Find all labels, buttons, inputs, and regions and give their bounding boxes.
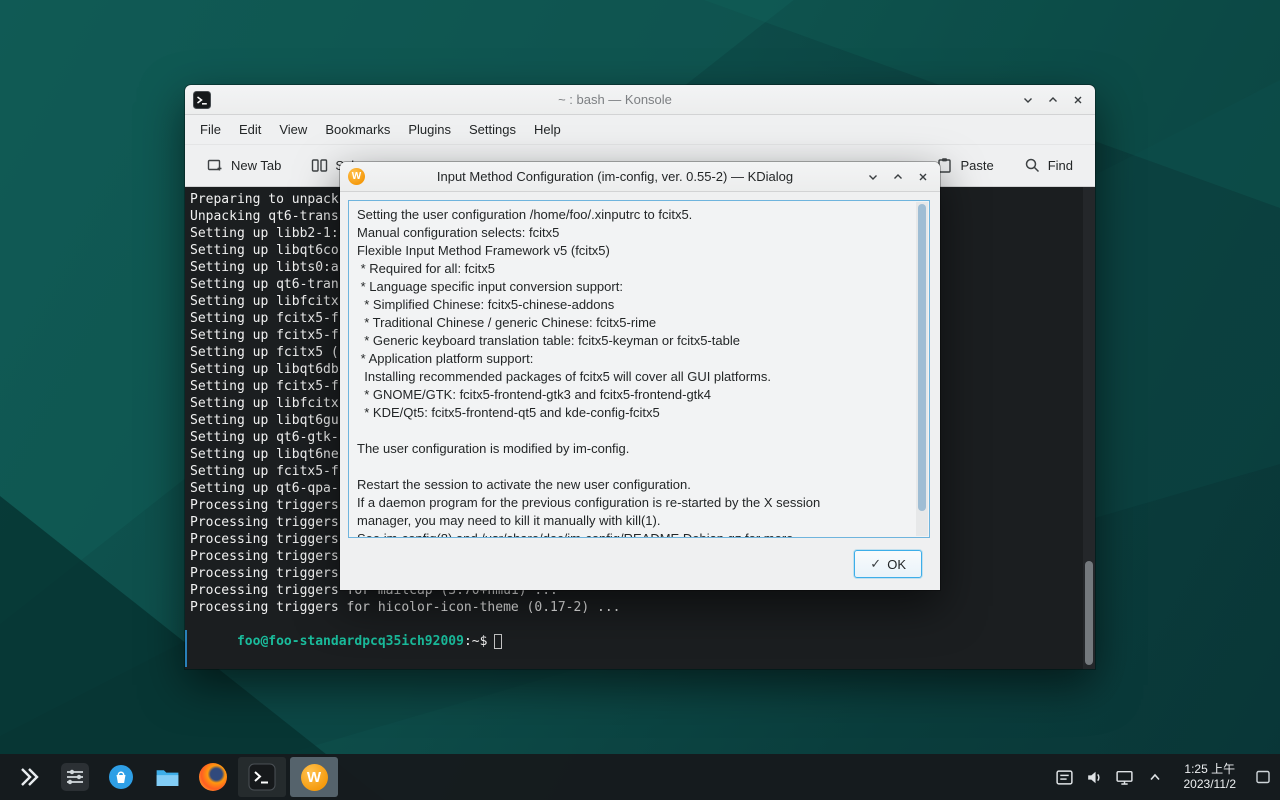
kdialog-minimize-button[interactable] — [864, 168, 882, 186]
dialog-text-line-14 — [357, 458, 907, 476]
chevron-down-icon — [1021, 93, 1035, 107]
folder-icon — [153, 763, 182, 792]
volume-icon — [1085, 768, 1104, 787]
system-tray: 1:25 上午 2023/11/2 — [1052, 754, 1275, 800]
menu-item-1[interactable]: Edit — [230, 118, 270, 141]
launcher-icon — [17, 765, 41, 789]
notifications-icon — [1055, 768, 1074, 787]
konsole-menubar: FileEditViewBookmarksPluginsSettingsHelp — [185, 115, 1095, 145]
dialog-text-line-5: * Simplified Chinese: fcitx5-chinese-add… — [357, 296, 907, 314]
dialog-text: Setting the user configuration /home/foo… — [349, 201, 929, 538]
dialog-text-line-13: The user configuration is modified by im… — [357, 440, 907, 458]
chevron-up-icon — [1147, 769, 1163, 785]
new-tab-button[interactable]: New Tab — [199, 151, 289, 180]
konsole-minimize-button[interactable] — [1019, 91, 1037, 109]
system-settings-button[interactable] — [52, 754, 98, 800]
menu-item-3[interactable]: Bookmarks — [316, 118, 399, 141]
show-desktop-button[interactable] — [1252, 754, 1274, 800]
new-tab-icon — [207, 157, 224, 174]
konsole-window-title: ~ : bash — Konsole — [225, 92, 1005, 107]
display-icon — [1115, 768, 1134, 787]
terminal-highlight-bar — [185, 630, 187, 667]
dialog-text-line-7: * Generic keyboard translation table: fc… — [357, 332, 907, 350]
terminal-line-24: Processing triggers for hicolor-icon-the… — [190, 599, 1079, 616]
kdialog-window: W Input Method Configuration (im-config,… — [340, 162, 940, 590]
discover-icon — [107, 763, 135, 791]
prompt-suffix: :~$ — [464, 634, 487, 649]
imconfig-task-button[interactable]: W — [290, 757, 338, 797]
konsole-maximize-button[interactable] — [1044, 91, 1062, 109]
check-icon: ✓ — [870, 556, 881, 572]
prompt-line: foo@foo-standardpcq35ich92009:~$ — [190, 616, 1079, 667]
menu-item-6[interactable]: Help — [525, 118, 570, 141]
chevron-up-icon — [891, 170, 905, 184]
chevron-down-icon — [866, 170, 880, 184]
kdialog-titlebar[interactable]: W Input Method Configuration (im-config,… — [340, 162, 940, 192]
imconfig-icon: W — [301, 764, 328, 791]
chevron-up-icon — [1046, 93, 1060, 107]
dialog-text-line-11: * KDE/Qt5: fcitx5-frontend-qt5 and kde-c… — [357, 404, 907, 422]
menu-item-0[interactable]: File — [191, 118, 230, 141]
dialog-text-line-6: * Traditional Chinese / generic Chinese:… — [357, 314, 907, 332]
close-icon — [1071, 93, 1085, 107]
terminal-scrollbar[interactable] — [1083, 187, 1095, 669]
application-launcher-button[interactable] — [6, 754, 52, 800]
dialog-text-line-18: See im-config(8) and /usr/share/doc/im-c… — [357, 530, 907, 538]
terminal-cursor — [494, 634, 502, 649]
dialog-text-line-12 — [357, 422, 907, 440]
dialog-text-line-4: * Language specific input conversion sup… — [357, 278, 907, 296]
konsole-titlebar[interactable]: ~ : bash — Konsole — [185, 85, 1095, 115]
dialog-text-line-17: manager, you may need to kill it manuall… — [357, 512, 907, 530]
menu-item-5[interactable]: Settings — [460, 118, 525, 141]
dialog-scrollbar-handle[interactable] — [918, 204, 926, 511]
dialog-text-line-15: Restart the session to activate the new … — [357, 476, 907, 494]
dialog-text-area[interactable]: Setting the user configuration /home/foo… — [348, 200, 930, 538]
prompt-user-host: foo@foo-standardpcq35ich92009 — [237, 634, 464, 649]
volume-tray-button[interactable] — [1082, 762, 1108, 792]
menu-item-2[interactable]: View — [270, 118, 316, 141]
notifications-tray-button[interactable] — [1052, 762, 1078, 792]
clock-time: 1:25 上午 — [1184, 762, 1237, 777]
show-desktop-icon — [1255, 769, 1271, 785]
find-label: Find — [1048, 158, 1073, 173]
new-tab-label: New Tab — [231, 158, 281, 173]
dialog-text-line-3: * Required for all: fcitx5 — [357, 260, 907, 278]
kdialog-maximize-button[interactable] — [889, 168, 907, 186]
sliders-icon — [61, 763, 89, 791]
close-icon — [916, 170, 930, 184]
konsole-icon — [248, 763, 276, 791]
discover-button[interactable] — [98, 754, 144, 800]
dialog-text-line-10: * GNOME/GTK: fcitx5-frontend-gtk3 and fc… — [357, 386, 907, 404]
dialog-text-line-9: Installing recommended packages of fcitx… — [357, 368, 907, 386]
clock-date: 2023/11/2 — [1184, 777, 1237, 792]
dialog-text-line-0: Setting the user configuration /home/foo… — [357, 206, 907, 224]
dialog-text-line-1: Manual configuration selects: fcitx5 — [357, 224, 907, 242]
dialog-scrollbar[interactable] — [916, 202, 928, 536]
terminal-scrollbar-handle[interactable] — [1085, 561, 1093, 665]
dialog-footer: ✓ OK — [340, 538, 940, 590]
digital-clock[interactable]: 1:25 上午 2023/11/2 — [1172, 762, 1249, 792]
display-tray-button[interactable] — [1112, 762, 1138, 792]
ok-button[interactable]: ✓ OK — [854, 550, 922, 578]
dialog-text-line-16: If a daemon program for the previous con… — [357, 494, 907, 512]
split-view-icon — [311, 157, 328, 174]
kdialog-window-title: Input Method Configuration (im-config, v… — [380, 169, 850, 184]
search-icon — [1024, 157, 1041, 174]
dialog-text-line-2: Flexible Input Method Framework v5 (fcit… — [357, 242, 907, 260]
find-button[interactable]: Find — [1016, 151, 1081, 180]
ok-label: OK — [887, 557, 906, 572]
kdialog-close-button[interactable] — [914, 168, 932, 186]
firefox-button[interactable] — [190, 754, 236, 800]
menu-item-4[interactable]: Plugins — [399, 118, 460, 141]
konsole-task-button[interactable] — [238, 757, 286, 797]
imconfig-app-icon: W — [348, 168, 365, 185]
dialog-text-line-8: * Application platform support: — [357, 350, 907, 368]
firefox-icon — [199, 763, 227, 791]
konsole-app-icon — [193, 91, 211, 109]
dolphin-button[interactable] — [144, 754, 190, 800]
paste-label: Paste — [960, 158, 993, 173]
tray-expander-button[interactable] — [1142, 762, 1168, 792]
konsole-close-button[interactable] — [1069, 91, 1087, 109]
taskbar: W 1:25 上午 2023/11/2 — [0, 754, 1280, 800]
